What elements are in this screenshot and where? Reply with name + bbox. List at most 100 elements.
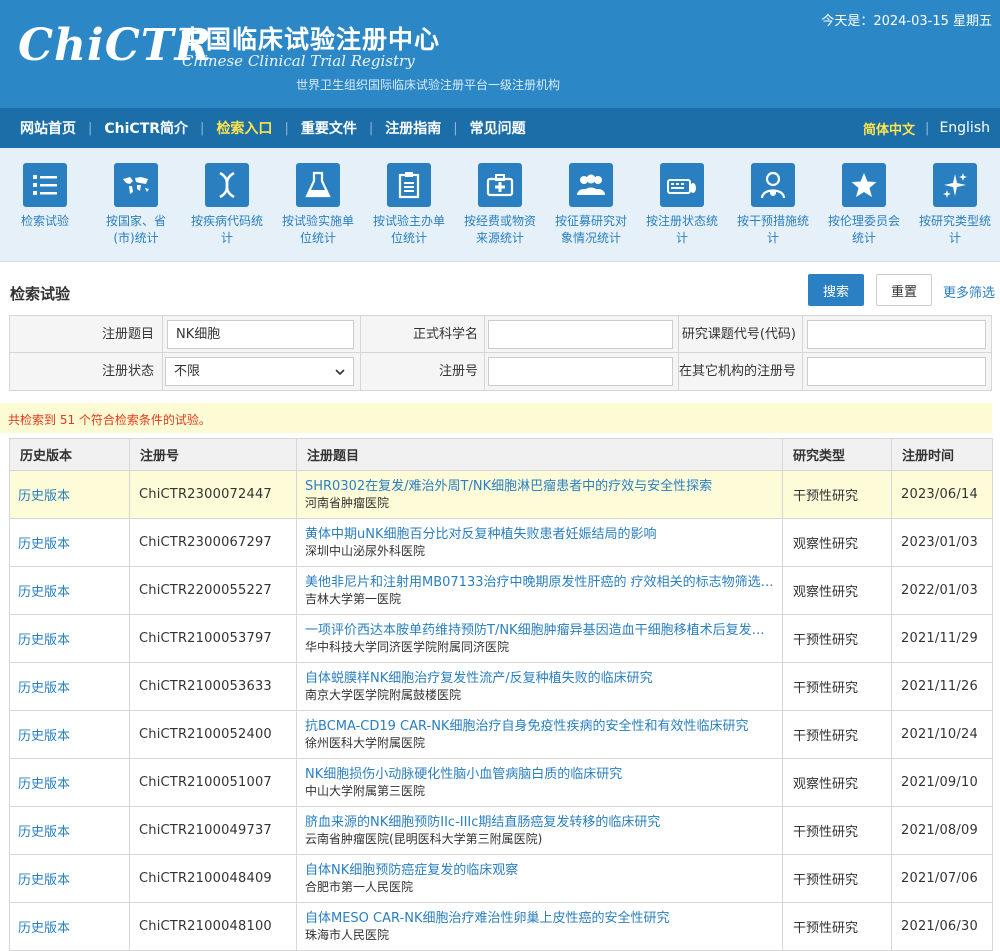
table-row[interactable]: 历史版本 ChiCTR2100051007 NK细胞损伤小动脉硬化性脑小血管病脑… — [9, 758, 993, 807]
table-row[interactable]: 历史版本 ChiCTR2300067297 黄体中期uNK细胞百分比对反复种植失… — [9, 518, 993, 567]
history-link[interactable]: 历史版本 — [9, 662, 130, 711]
lang-chinese[interactable]: 简体中文 — [853, 119, 925, 138]
table-row[interactable]: 历史版本 ChiCTR2200055227 美他非尼片和注射用MB07133治疗… — [9, 566, 993, 615]
history-link[interactable]: 历史版本 — [9, 518, 130, 567]
cat-label: 按经费或物资来源统计 — [463, 214, 536, 245]
cat-by-country[interactable]: 按国家、省(市)统计 — [96, 163, 176, 247]
study-type: 观察性研究 — [782, 518, 892, 567]
site-title-en: Chinese Clinical Trial Registry — [182, 52, 415, 70]
cat-by-recruitment[interactable]: 按征募研究对象情况统计 — [551, 163, 631, 247]
table-row[interactable]: 历史版本 ChiCTR2100053797 一项评价西达本胺单药维持预防T/NK… — [9, 614, 993, 663]
title-cell: 自体蜕膜样NK细胞治疗复发性流产/反复种植失败的临床研究 南京大学医学院附属鼓楼医… — [296, 662, 783, 711]
trial-title-link[interactable]: 黄体中期uNK细胞百分比对反复种植失败患者妊娠结局的影响 — [305, 526, 775, 543]
reg-date: 2021/06/30 — [891, 902, 993, 951]
trial-org: 吉林大学第一医院 — [305, 591, 402, 606]
history-link[interactable]: 历史版本 — [9, 806, 130, 855]
trial-title-link[interactable]: 自体蜕膜样NK细胞治疗复发性流产/反复种植失败的临床研究 — [305, 670, 775, 687]
nav-guide[interactable]: 注册指南 — [373, 118, 453, 138]
search-form: 注册题目 NK细胞 正式科学名 研究课题代号(代码) 注册状态 不限 注册号 在… — [9, 315, 992, 391]
cat-by-site[interactable]: 按试验实施单位统计 — [278, 163, 358, 247]
trial-title-link[interactable]: NK细胞损伤小动脉硬化性脑小血管病脑白质的临床研究 — [305, 766, 775, 783]
cat-search-trials[interactable]: 检索试验 — [5, 163, 85, 230]
form-divider — [162, 353, 163, 390]
reg-no-input[interactable] — [488, 357, 673, 386]
nav-home[interactable]: 网站首页 — [8, 118, 88, 138]
dna-icon — [205, 163, 249, 207]
table-row[interactable]: 历史版本 ChiCTR2300072447 SHR0302在复发/难治外周T/N… — [9, 470, 993, 519]
sci-name-input[interactable] — [488, 320, 673, 349]
study-code-input[interactable] — [807, 320, 986, 349]
reset-button[interactable]: 重置 — [876, 274, 932, 306]
other-reg-input[interactable] — [807, 357, 986, 386]
nav-faq[interactable]: 常见问题 — [458, 118, 538, 138]
title-cell: 美他非尼片和注射用MB07133治疗中晚期原发性肝癌的 疗效相关的标志物筛选及.… — [296, 566, 783, 615]
reg-date: 2021/07/06 — [891, 854, 993, 903]
results-table: 历史版本 注册号 注册题目 研究类型 注册时间 历史版本 ChiCTR23000… — [9, 438, 993, 951]
reg-no-label: 注册号 — [438, 364, 478, 379]
study-type: 干预性研究 — [782, 902, 892, 951]
reg-number: ChiCTR2100048100 — [129, 902, 297, 951]
cat-by-sponsor[interactable]: 按试验主办单位统计 — [369, 163, 449, 247]
cat-by-disease[interactable]: 按疾病代码统计 — [187, 163, 267, 247]
other-reg-label: 在其它机构的注册号 — [678, 364, 796, 379]
study-type: 干预性研究 — [782, 806, 892, 855]
title-cell: 一项评价西达本胺单药维持预防T/NK细胞肿瘤异基因造血干细胞移植术后复发的...… — [296, 614, 783, 663]
flask-icon — [296, 163, 340, 207]
group-icon — [569, 163, 613, 207]
study-type: 干预性研究 — [782, 614, 892, 663]
nav-documents[interactable]: 重要文件 — [289, 118, 369, 138]
trial-org: 深圳中山泌尿外科医院 — [305, 543, 426, 558]
col-type: 研究类型 — [782, 438, 892, 471]
study-type: 干预性研究 — [782, 854, 892, 903]
reg-date: 2023/01/03 — [891, 518, 993, 567]
table-row[interactable]: 历史版本 ChiCTR2100048100 自体MESO CAR-NK细胞治疗难… — [9, 902, 993, 951]
table-row[interactable]: 历史版本 ChiCTR2100049737 脐血来源的NK细胞预防IIc-III… — [9, 806, 993, 855]
cat-by-ethics[interactable]: 按伦理委员会统计 — [824, 163, 904, 247]
history-link[interactable]: 历史版本 — [9, 758, 130, 807]
trial-org: 合肥市第一人民医院 — [305, 879, 414, 894]
reg-number: ChiCTR2100049737 — [129, 806, 297, 855]
table-row[interactable]: 历史版本 ChiCTR2100052400 抗BCMA-CD19 CAR-NK细… — [9, 710, 993, 759]
trial-title-link[interactable]: SHR0302在复发/难治外周T/NK细胞淋巴瘤患者中的疗效与安全性探索 — [305, 478, 775, 495]
reg-status-select[interactable]: 不限 — [165, 357, 354, 386]
nav-search-entry[interactable]: 检索入口 — [204, 118, 284, 138]
history-link[interactable]: 历史版本 — [9, 470, 130, 519]
reg-number: ChiCTR2100053633 — [129, 662, 297, 711]
chevron-down-icon — [335, 369, 345, 376]
history-link[interactable]: 历史版本 — [9, 854, 130, 903]
reg-date: 2023/06/14 — [891, 470, 993, 519]
category-bar: 检索试验 按国家、省(市)统计 按疾病代码统计 按试验实施单位统计 按试验主办单… — [0, 148, 1000, 262]
star-icon — [842, 163, 886, 207]
nav-about[interactable]: ChiCTR简介 — [92, 118, 200, 138]
trial-title-link[interactable]: 美他非尼片和注射用MB07133治疗中晚期原发性肝癌的 疗效相关的标志物筛选及.… — [305, 574, 775, 591]
trial-title-link[interactable]: 抗BCMA-CD19 CAR-NK细胞治疗自身免疫性疾病的安全性和有效性临床研究 — [305, 718, 775, 735]
reg-title-input[interactable]: NK细胞 — [167, 320, 354, 349]
trial-title-link[interactable]: 自体NK细胞预防癌症复发的临床观察 — [305, 862, 775, 879]
history-link[interactable]: 历史版本 — [9, 566, 130, 615]
result-summary-bar: 共检索到 51 个符合检索条件的试验。 — [0, 403, 992, 433]
lang-english[interactable]: English — [929, 120, 990, 136]
cat-by-study-type[interactable]: 按研究类型统计 — [915, 163, 995, 247]
reg-status-value: 不限 — [174, 364, 201, 379]
cat-by-intervention[interactable]: 按干预措施统计 — [733, 163, 813, 247]
history-link[interactable]: 历史版本 — [9, 614, 130, 663]
more-filters-link[interactable]: 更多筛选 — [943, 282, 995, 301]
keyboard-icon — [660, 163, 704, 207]
table-row[interactable]: 历史版本 ChiCTR2100053633 自体蜕膜样NK细胞治疗复发性流产/反… — [9, 662, 993, 711]
trial-title-link[interactable]: 自体MESO CAR-NK细胞治疗难治性卵巢上皮性癌的安全性研究 — [305, 910, 775, 927]
trial-title-link[interactable]: 一项评价西达本胺单药维持预防T/NK细胞肿瘤异基因造血干细胞移植术后复发的... — [305, 622, 775, 639]
cat-label: 检索试验 — [20, 214, 69, 228]
trial-title-link[interactable]: 脐血来源的NK细胞预防IIc-IIIc期结直肠癌复发转移的临床研究 — [305, 814, 775, 831]
cat-label: 按征募研究对象情况统计 — [554, 214, 627, 245]
form-divider — [484, 316, 485, 353]
cat-by-status[interactable]: 按注册状态统计 — [642, 163, 722, 247]
sparkle-icon — [933, 163, 977, 207]
search-button[interactable]: 搜索 — [808, 274, 864, 306]
table-row[interactable]: 历史版本 ChiCTR2100048409 自体NK细胞预防癌症复发的临床观察合… — [9, 854, 993, 903]
history-link[interactable]: 历史版本 — [9, 710, 130, 759]
reg-date: 2021/08/09 — [891, 806, 993, 855]
cat-label: 按伦理委员会统计 — [827, 214, 900, 245]
cat-by-funding[interactable]: 按经费或物资来源统计 — [460, 163, 540, 247]
history-link[interactable]: 历史版本 — [9, 902, 130, 951]
reg-date: 2021/11/26 — [891, 662, 993, 711]
